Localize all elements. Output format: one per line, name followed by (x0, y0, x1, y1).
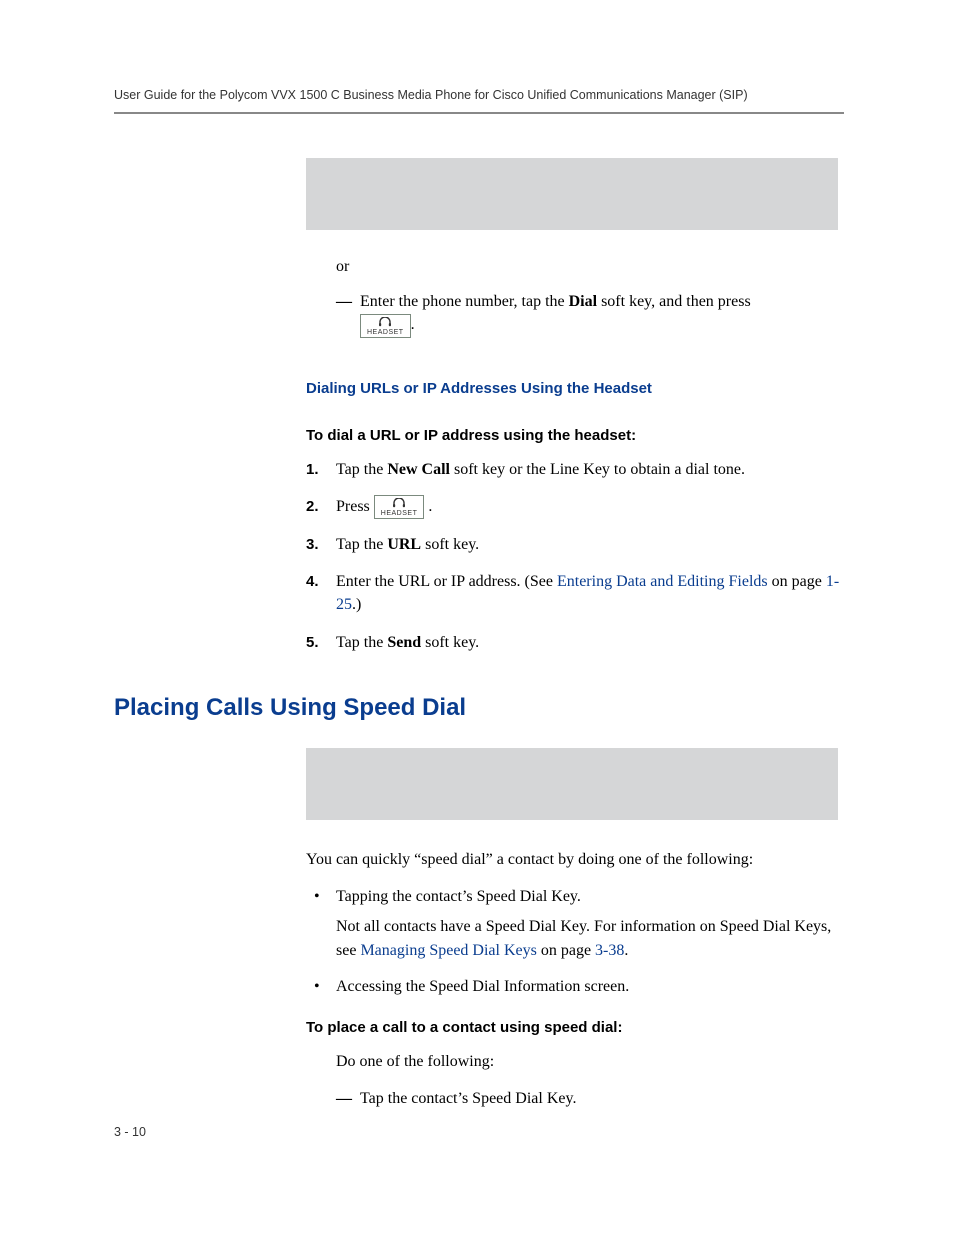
list-item-continuation: Not all contacts have a Speed Dial Key. … (336, 915, 844, 963)
text: Press (336, 498, 374, 515)
task-heading: To dial a URL or IP address using the he… (306, 427, 844, 444)
step-item: Press HEADSET . (306, 495, 844, 519)
page-number: 3 - 10 (114, 1125, 146, 1139)
dash-bullet: — (336, 290, 360, 338)
continuation-or: or (336, 258, 844, 276)
step-item: Tap the Send soft key. (306, 631, 844, 654)
headset-key-label: HEADSET (381, 510, 418, 517)
text: soft key. (421, 634, 479, 651)
step-item: Tap the New Call soft key or the Line Ke… (306, 458, 844, 481)
subsection-heading: Dialing URLs or IP Addresses Using the H… (306, 380, 844, 397)
step-item: Enter the URL or IP address. (See Enteri… (306, 570, 844, 616)
text: soft key, and then press (597, 293, 751, 310)
headset-icon (378, 317, 392, 328)
text: soft key or the Line Key to obtain a dia… (450, 461, 745, 478)
page: User Guide for the Polycom VVX 1500 C Bu… (0, 0, 954, 1235)
text: soft key. (421, 536, 479, 553)
text: Tap the (336, 634, 387, 651)
text: . (424, 498, 432, 515)
running-header: User Guide for the Polycom VVX 1500 C Bu… (114, 88, 844, 112)
section-heading: Placing Calls Using Speed Dial (114, 694, 844, 722)
headset-key-label: HEADSET (367, 329, 404, 336)
list-item: Tapping the contact’s Speed Dial Key. No… (306, 885, 844, 963)
text: Accessing the Speed Dial Information scr… (336, 978, 629, 995)
text: on page (768, 573, 826, 590)
paragraph: Do one of the following: (336, 1050, 844, 1073)
text: on page (537, 942, 595, 959)
xref-page[interactable]: 3-38 (595, 942, 624, 959)
text-bold: New Call (387, 461, 450, 478)
list-item: Accessing the Speed Dial Information scr… (306, 975, 844, 999)
task-heading: To place a call to a contact using speed… (306, 1019, 844, 1036)
text-bold: Dial (569, 293, 597, 310)
text-bold: Send (387, 634, 421, 651)
headset-key-icon: HEADSET (360, 314, 411, 338)
step-item: Tap the URL soft key. (306, 533, 844, 556)
note-box-placeholder (306, 158, 838, 230)
xref-link[interactable]: Entering Data and Editing Fields (557, 573, 768, 590)
sub-step-dash-item: — Tap the contact’s Speed Dial Key. (336, 1087, 844, 1110)
text: Tap the (336, 461, 387, 478)
header-rule (114, 112, 844, 114)
bullet-list: Tapping the contact’s Speed Dial Key. No… (306, 885, 844, 999)
headset-icon (392, 498, 406, 509)
text: .) (352, 596, 361, 613)
xref-link[interactable]: Managing Speed Dial Keys (360, 942, 536, 959)
dash-bullet: — (336, 1087, 360, 1110)
text: Enter the URL or IP address. (See (336, 573, 557, 590)
steps-list: Tap the New Call soft key or the Line Ke… (306, 458, 844, 654)
text: Enter the phone number, tap the (360, 293, 569, 310)
dash-body: Tap the contact’s Speed Dial Key. (360, 1087, 844, 1110)
text: . (411, 316, 415, 333)
paragraph: You can quickly “speed dial” a contact b… (306, 848, 844, 871)
headset-key-icon: HEADSET (374, 495, 425, 519)
sub-step-dash-item: — Enter the phone number, tap the Dial s… (336, 290, 844, 338)
text: . (624, 942, 628, 959)
text: Tap the (336, 536, 387, 553)
text-bold: URL (387, 536, 421, 553)
text: Tap the contact’s Speed Dial Key. (360, 1090, 576, 1107)
dash-body: Enter the phone number, tap the Dial sof… (360, 290, 844, 338)
content-column: or — Enter the phone number, tap the Dia… (306, 158, 844, 1110)
text: Tapping the contact’s Speed Dial Key. (336, 888, 581, 905)
note-box-placeholder (306, 748, 838, 820)
